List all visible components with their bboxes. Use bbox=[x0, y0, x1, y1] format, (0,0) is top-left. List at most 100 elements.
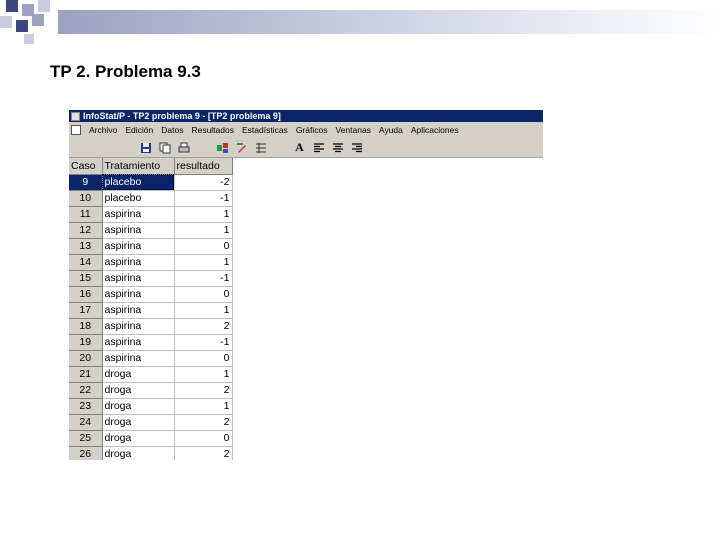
cell-tratamiento[interactable]: placebo bbox=[102, 190, 175, 207]
table-row[interactable]: 22 droga 2 bbox=[69, 382, 233, 399]
cell-resultado[interactable]: -1 bbox=[174, 190, 233, 207]
save-icon[interactable] bbox=[139, 141, 152, 154]
row-case-number[interactable]: 9 bbox=[69, 174, 103, 191]
cell-resultado[interactable]: 1 bbox=[174, 222, 233, 239]
cell-resultado[interactable]: -1 bbox=[174, 334, 233, 351]
table-row[interactable]: 16 aspirina 0 bbox=[69, 286, 233, 303]
cell-tratamiento[interactable]: aspirina bbox=[102, 286, 175, 303]
align-right-icon[interactable] bbox=[350, 141, 363, 154]
cell-tratamiento[interactable]: droga bbox=[102, 414, 175, 431]
cell-tratamiento[interactable]: droga bbox=[102, 398, 175, 415]
cell-resultado[interactable]: 1 bbox=[174, 206, 233, 223]
row-case-number[interactable]: 17 bbox=[69, 302, 103, 319]
column-header-resultado[interactable]: resultado bbox=[174, 158, 233, 175]
table-row[interactable]: 20 aspirina 0 bbox=[69, 350, 233, 367]
cell-resultado[interactable]: 0 bbox=[174, 286, 233, 303]
cell-tratamiento[interactable]: aspirina bbox=[102, 270, 175, 287]
cell-resultado[interactable]: 0 bbox=[174, 430, 233, 447]
table-row[interactable]: 10 placebo -1 bbox=[69, 190, 233, 207]
row-case-number[interactable]: 19 bbox=[69, 334, 103, 351]
edit-icon[interactable] bbox=[235, 141, 248, 154]
cell-resultado[interactable]: 2 bbox=[174, 318, 233, 335]
row-case-number[interactable]: 13 bbox=[69, 238, 103, 255]
table-icon[interactable] bbox=[254, 141, 267, 154]
table-row[interactable]: 19 aspirina -1 bbox=[69, 334, 233, 351]
cell-resultado[interactable]: 1 bbox=[174, 366, 233, 383]
cell-tratamiento[interactable]: aspirina bbox=[102, 318, 175, 335]
cell-resultado[interactable]: -2 bbox=[174, 174, 233, 191]
menu-resultados[interactable]: Resultados bbox=[191, 125, 234, 135]
cell-resultado[interactable]: 2 bbox=[174, 414, 233, 431]
menu-ventanas[interactable]: Ventanas bbox=[335, 125, 370, 135]
cell-resultado[interactable]: -1 bbox=[174, 270, 233, 287]
cell-resultado[interactable]: 1 bbox=[174, 254, 233, 271]
table-row[interactable]: 21 droga 1 bbox=[69, 366, 233, 383]
cell-tratamiento[interactable]: aspirina bbox=[102, 302, 175, 319]
data-grid: Caso Tratamiento resultado 9 placebo -2 10 p… bbox=[69, 158, 233, 460]
row-case-number[interactable]: 22 bbox=[69, 382, 103, 399]
table-row[interactable]: 12 aspirina 1 bbox=[69, 222, 233, 239]
table-row[interactable]: 14 aspirina 1 bbox=[69, 254, 233, 271]
print-icon[interactable] bbox=[177, 141, 190, 154]
menu-estadisticas[interactable]: Estadísticas bbox=[242, 125, 288, 135]
table-row[interactable]: 17 aspirina 1 bbox=[69, 302, 233, 319]
window-titlebar[interactable]: InfoStat/P - TP2 problema 9 - [TP2 probl… bbox=[69, 110, 543, 122]
cell-resultado[interactable]: 2 bbox=[174, 382, 233, 399]
row-case-number[interactable]: 26 bbox=[69, 446, 103, 460]
cell-tratamiento[interactable]: aspirina bbox=[102, 334, 175, 351]
menu-edicion[interactable]: Edición bbox=[125, 125, 153, 135]
align-left-icon[interactable] bbox=[312, 141, 325, 154]
menu-graficos[interactable]: Gráficos bbox=[296, 125, 328, 135]
bold-text-icon[interactable]: A bbox=[293, 140, 306, 154]
cell-tratamiento[interactable]: aspirina bbox=[102, 206, 175, 223]
cell-resultado[interactable]: 1 bbox=[174, 302, 233, 319]
row-case-number[interactable]: 20 bbox=[69, 350, 103, 367]
row-case-number[interactable]: 18 bbox=[69, 318, 103, 335]
cell-tratamiento[interactable]: droga bbox=[102, 430, 175, 447]
menu-datos[interactable]: Datos bbox=[161, 125, 183, 135]
align-center-icon[interactable] bbox=[331, 141, 344, 154]
toolbar: A bbox=[69, 138, 543, 158]
cell-tratamiento[interactable]: aspirina bbox=[102, 254, 175, 271]
row-case-number[interactable]: 25 bbox=[69, 430, 103, 447]
table-row[interactable]: 11 aspirina 1 bbox=[69, 206, 233, 223]
table-row[interactable]: 24 droga 2 bbox=[69, 414, 233, 431]
row-case-number[interactable]: 23 bbox=[69, 398, 103, 415]
copy-icon[interactable] bbox=[158, 141, 171, 154]
row-case-number[interactable]: 21 bbox=[69, 366, 103, 383]
row-case-number[interactable]: 10 bbox=[69, 190, 103, 207]
cell-resultado[interactable]: 0 bbox=[174, 238, 233, 255]
column-header-tratamiento[interactable]: Tratamiento bbox=[102, 158, 175, 175]
cell-tratamiento[interactable]: droga bbox=[102, 382, 175, 399]
cell-resultado[interactable]: 2 bbox=[174, 446, 233, 460]
table-row[interactable]: 15 aspirina -1 bbox=[69, 270, 233, 287]
table-row[interactable]: 13 aspirina 0 bbox=[69, 238, 233, 255]
cell-tratamiento[interactable]: droga bbox=[102, 446, 175, 460]
row-case-number[interactable]: 24 bbox=[69, 414, 103, 431]
cell-tratamiento[interactable]: droga bbox=[102, 366, 175, 383]
column-header-caso[interactable]: Caso bbox=[69, 158, 103, 175]
cell-tratamiento[interactable]: placebo bbox=[102, 174, 175, 191]
row-case-number[interactable]: 16 bbox=[69, 286, 103, 303]
table-row[interactable]: 18 aspirina 2 bbox=[69, 318, 233, 335]
window-title: InfoStat/P - TP2 problema 9 - [TP2 probl… bbox=[83, 111, 281, 121]
table-row[interactable]: 26 droga 2 bbox=[69, 446, 233, 460]
table-row[interactable]: 9 placebo -2 bbox=[69, 174, 233, 191]
cell-tratamiento[interactable]: aspirina bbox=[102, 238, 175, 255]
table-row[interactable]: 23 droga 1 bbox=[69, 398, 233, 415]
menu-ayuda[interactable]: Ayuda bbox=[379, 125, 403, 135]
row-case-number[interactable]: 12 bbox=[69, 222, 103, 239]
cell-tratamiento[interactable]: aspirina bbox=[102, 350, 175, 367]
menu-aplicaciones[interactable]: Aplicaciones bbox=[411, 125, 459, 135]
cell-tratamiento[interactable]: aspirina bbox=[102, 222, 175, 239]
menu-archivo[interactable]: Archivo bbox=[89, 125, 117, 135]
table-row[interactable]: 25 droga 0 bbox=[69, 430, 233, 447]
cell-resultado[interactable]: 1 bbox=[174, 398, 233, 415]
row-case-number[interactable]: 11 bbox=[69, 206, 103, 223]
row-case-number[interactable]: 15 bbox=[69, 270, 103, 287]
row-case-number[interactable]: 14 bbox=[69, 254, 103, 271]
document-icon[interactable] bbox=[71, 125, 81, 135]
slide-title: TP 2. Problema 9.3 bbox=[50, 62, 201, 81]
cell-resultado[interactable]: 0 bbox=[174, 350, 233, 367]
data-icon[interactable] bbox=[216, 141, 229, 154]
